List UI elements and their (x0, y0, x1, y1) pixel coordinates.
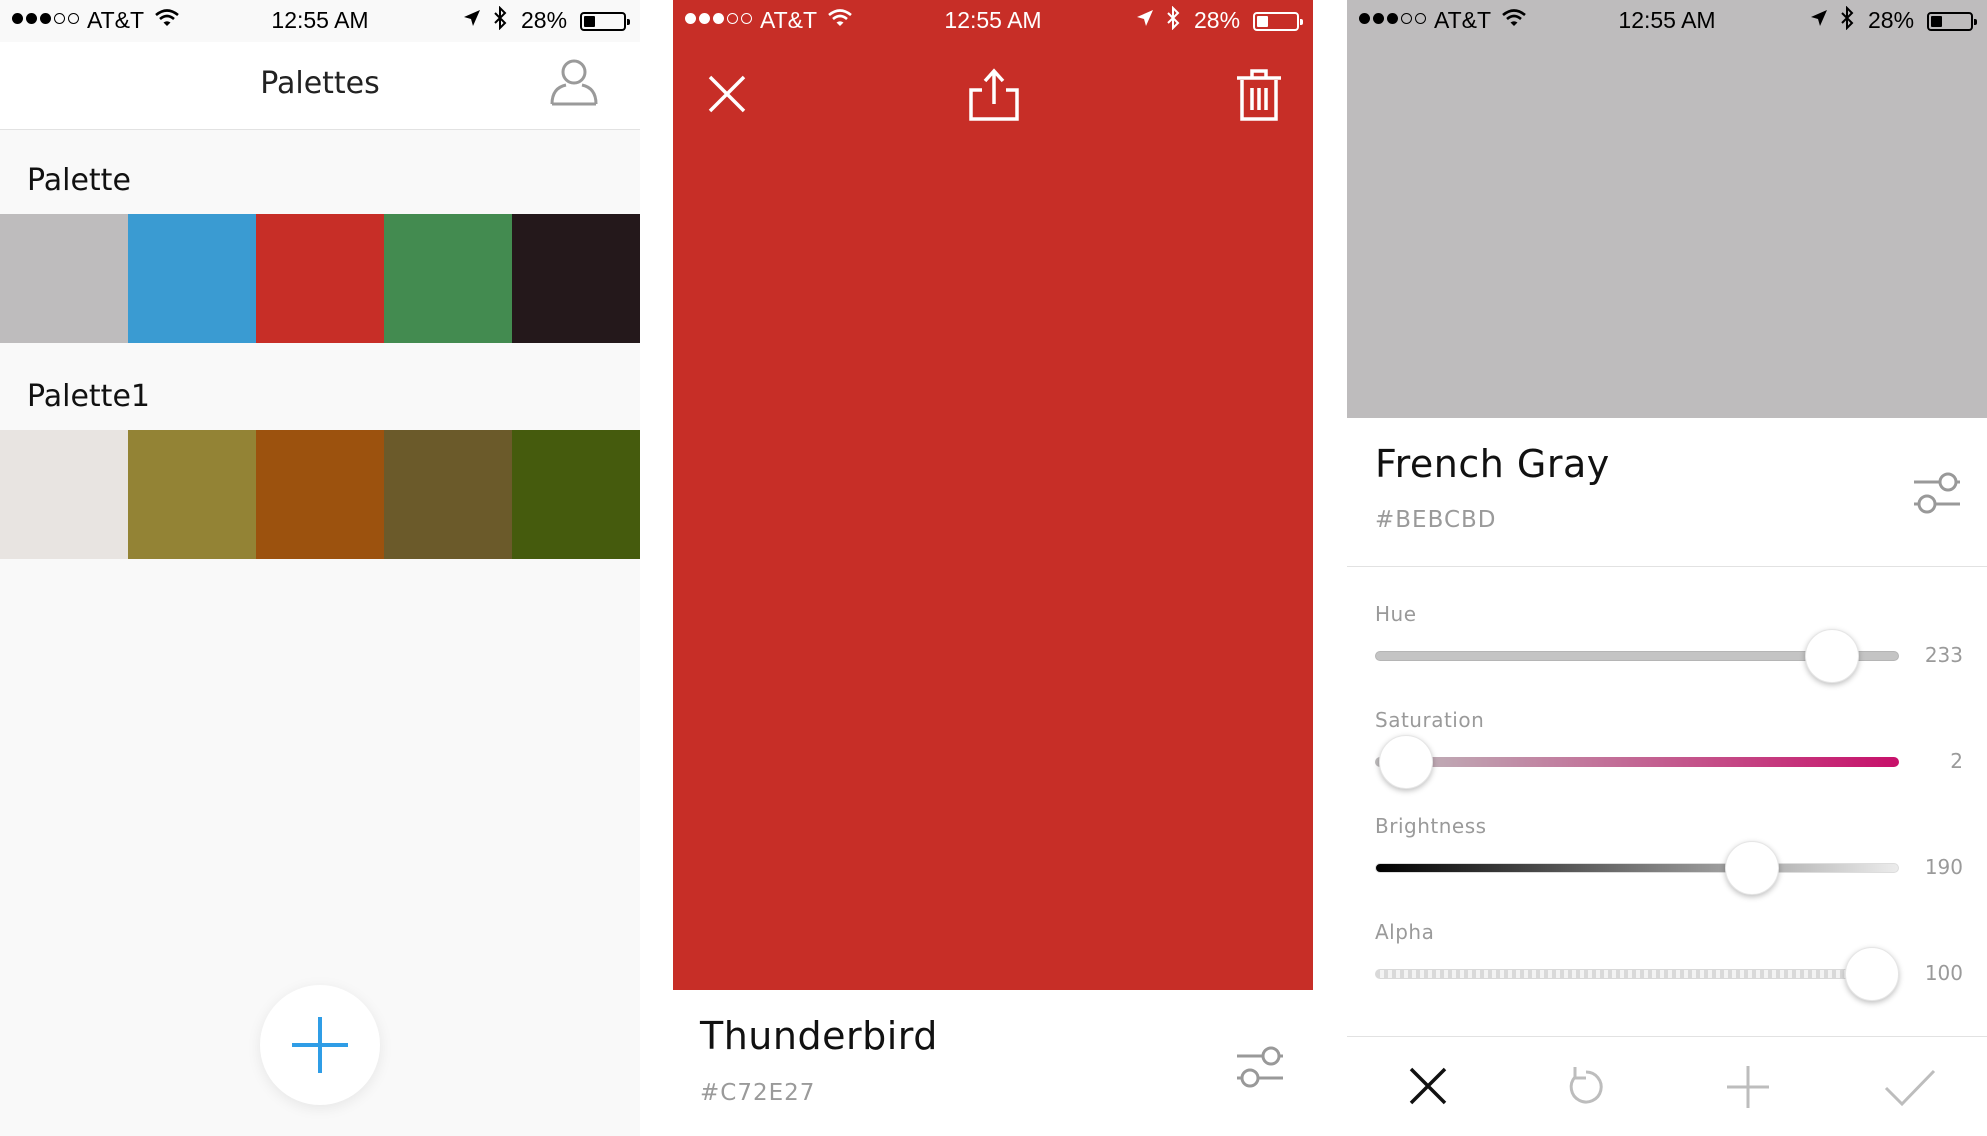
color-swatch[interactable] (384, 214, 512, 343)
palette-swatches[interactable] (0, 214, 640, 343)
brightness-value: 190 (1924, 855, 1963, 879)
battery-icon (1927, 12, 1977, 31)
location-arrow-icon (1811, 10, 1827, 26)
color-detail-screen: AT&T 12:55 AM 28% Thunderbird #C72E27 (673, 0, 1313, 1136)
bluetooth-icon (494, 6, 507, 30)
color-swatch[interactable] (256, 214, 384, 343)
battery-icon (580, 12, 630, 31)
hue-slider-thumb[interactable] (1805, 629, 1859, 683)
navigation-bar: Palettes (0, 42, 640, 130)
location-arrow-icon (464, 10, 480, 26)
palettes-screen: AT&T 12:55 AM 28% Palettes Palette Palet… (0, 0, 640, 1136)
plus-icon[interactable] (1725, 1064, 1771, 1110)
brightness-slider-thumb[interactable] (1725, 841, 1779, 895)
alpha-label: Alpha (1375, 920, 1435, 944)
color-edit-screen: AT&T 12:55 AM 28% French Gray #BEBCBD Hu… (1347, 0, 1987, 1136)
bluetooth-icon (1167, 6, 1180, 30)
color-hex: #BEBCBD (1375, 507, 1497, 533)
close-icon[interactable] (1408, 1066, 1448, 1106)
color-swatch[interactable] (384, 430, 512, 559)
close-icon[interactable] (707, 74, 747, 114)
saturation-slider-thumb[interactable] (1379, 735, 1433, 789)
status-bar: AT&T 12:55 AM 28% (1347, 0, 1987, 42)
location-arrow-icon (1137, 10, 1153, 26)
battery-level-fill (1257, 16, 1268, 27)
share-icon[interactable] (967, 68, 1021, 122)
divider (1347, 1036, 1987, 1037)
brightness-slider-track[interactable] (1375, 863, 1899, 873)
hue-label: Hue (1375, 602, 1417, 626)
palette-swatches[interactable] (0, 430, 640, 559)
saturation-slider-track[interactable] (1375, 757, 1899, 767)
hue-value: 233 (1924, 643, 1963, 667)
undo-icon[interactable] (1564, 1064, 1608, 1108)
person-icon[interactable] (546, 54, 602, 110)
battery-level-fill (1931, 16, 1942, 27)
sliders-icon[interactable] (1235, 1044, 1285, 1090)
color-name: Thunderbird (700, 1014, 938, 1058)
battery-icon (1253, 12, 1303, 31)
brightness-label: Brightness (1375, 814, 1487, 838)
alpha-value: 100 (1924, 961, 1963, 985)
battery-percent: 28% (1194, 7, 1241, 33)
color-name: French Gray (1375, 442, 1610, 486)
trash-icon[interactable] (1236, 68, 1282, 122)
palette-title[interactable]: Palette1 (27, 379, 150, 414)
color-swatch[interactable] (256, 430, 384, 559)
battery-percent: 28% (1868, 7, 1915, 33)
sliders-icon[interactable] (1912, 470, 1962, 516)
divider (1347, 566, 1987, 567)
page-title: Palettes (260, 66, 380, 101)
checkmark-icon[interactable] (1884, 1068, 1936, 1108)
palette-title[interactable]: Palette (27, 163, 131, 198)
alpha-slider-thumb[interactable] (1845, 947, 1899, 1001)
color-swatch-large (1347, 0, 1987, 418)
color-hex: #C72E27 (700, 1080, 816, 1106)
alpha-slider-track[interactable] (1375, 969, 1899, 979)
status-bar: AT&T 12:55 AM 28% (673, 0, 1313, 42)
color-swatch[interactable] (512, 430, 640, 559)
color-swatch[interactable] (0, 430, 128, 559)
color-swatch-large (673, 0, 1313, 990)
add-palette-button[interactable] (260, 985, 380, 1105)
battery-percent: 28% (521, 7, 568, 33)
color-swatch[interactable] (128, 430, 256, 559)
bluetooth-icon (1841, 6, 1854, 30)
saturation-label: Saturation (1375, 708, 1485, 732)
saturation-value: 2 (1950, 749, 1963, 773)
battery-level-fill (584, 16, 595, 27)
color-swatch[interactable] (128, 214, 256, 343)
color-swatch[interactable] (512, 214, 640, 343)
color-swatch[interactable] (0, 214, 128, 343)
status-bar: AT&T 12:55 AM 28% (0, 0, 640, 42)
